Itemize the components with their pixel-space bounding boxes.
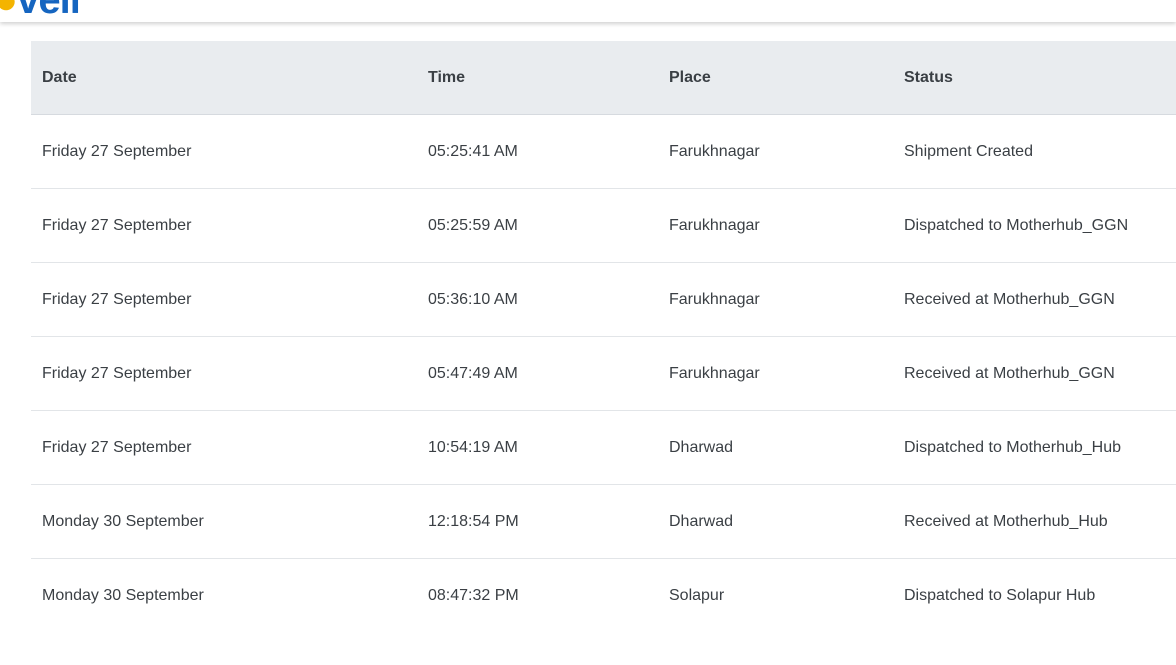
place-cell: Farukhnagar: [658, 188, 893, 263]
status-cell: Received at Motherhub_GGN: [893, 336, 1176, 411]
status-cell: Dispatched to Motherhub_Hub: [893, 410, 1176, 485]
place-cell: Dharwad: [658, 484, 893, 559]
status-cell: Shipment Created: [893, 114, 1176, 189]
table-row: Friday 27 September 05:47:49 AM Farukhna…: [31, 336, 1176, 411]
place-cell: Farukhnagar: [658, 114, 893, 189]
tracking-table-body: Friday 27 September 05:25:41 AM Farukhna…: [31, 114, 1176, 633]
table-row: Monday 30 September 12:18:54 PM Dharwad …: [31, 484, 1176, 559]
tracking-table-header: Date Time Place Status: [31, 41, 1176, 115]
header-row: Date Time Place Status: [31, 41, 1176, 115]
time-cell: 10:54:19 AM: [417, 410, 658, 485]
table-row: Friday 27 September 05:36:10 AM Farukhna…: [31, 262, 1176, 337]
status-cell: Dispatched to Motherhub_GGN: [893, 188, 1176, 263]
date-cell: Friday 27 September: [31, 114, 417, 189]
column-header-date: Date: [31, 41, 417, 115]
top-navbar: ●vell: [0, 0, 1176, 22]
date-cell: Friday 27 September: [31, 262, 417, 337]
tracking-table-container: Date Time Place Status Friday 27 Septemb…: [31, 41, 1176, 632]
time-cell: 05:25:41 AM: [417, 114, 658, 189]
brand-logo[interactable]: ●vell: [0, 0, 81, 22]
date-cell: Friday 27 September: [31, 188, 417, 263]
status-cell: Received at Motherhub_GGN: [893, 262, 1176, 337]
table-row: Friday 27 September 05:25:41 AM Farukhna…: [31, 114, 1176, 189]
place-cell: Farukhnagar: [658, 336, 893, 411]
place-cell: Solapur: [669, 586, 725, 604]
date-cell: Friday 27 September: [31, 336, 417, 411]
status-cell: Dispatched to Solapur Hub: [904, 586, 1096, 604]
column-header-place: Place: [658, 41, 893, 115]
time-cell: 08:47:32 PM: [428, 586, 519, 604]
date-cell: Monday 30 September: [42, 586, 204, 604]
column-header-time: Time: [417, 41, 658, 115]
column-header-status: Status: [893, 41, 1176, 115]
table-row: Friday 27 September 10:54:19 AM Dharwad …: [31, 410, 1176, 485]
status-cell: Received at Motherhub_Hub: [893, 484, 1176, 559]
table-row: Friday 27 September 05:25:59 AM Farukhna…: [31, 188, 1176, 263]
date-cell: Friday 27 September: [31, 410, 417, 485]
place-cell: Dharwad: [658, 410, 893, 485]
tracking-table: Date Time Place Status Friday 27 Septemb…: [31, 41, 1176, 632]
time-cell: 12:18:54 PM: [417, 484, 658, 559]
time-cell: 05:36:10 AM: [417, 262, 658, 337]
time-cell: 05:25:59 AM: [417, 188, 658, 263]
table-row: Monday 30 September 08:47:32 PM Solapur …: [31, 559, 1176, 633]
date-cell: Monday 30 September: [31, 484, 417, 559]
time-cell: 05:47:49 AM: [417, 336, 658, 411]
place-cell: Farukhnagar: [658, 262, 893, 337]
